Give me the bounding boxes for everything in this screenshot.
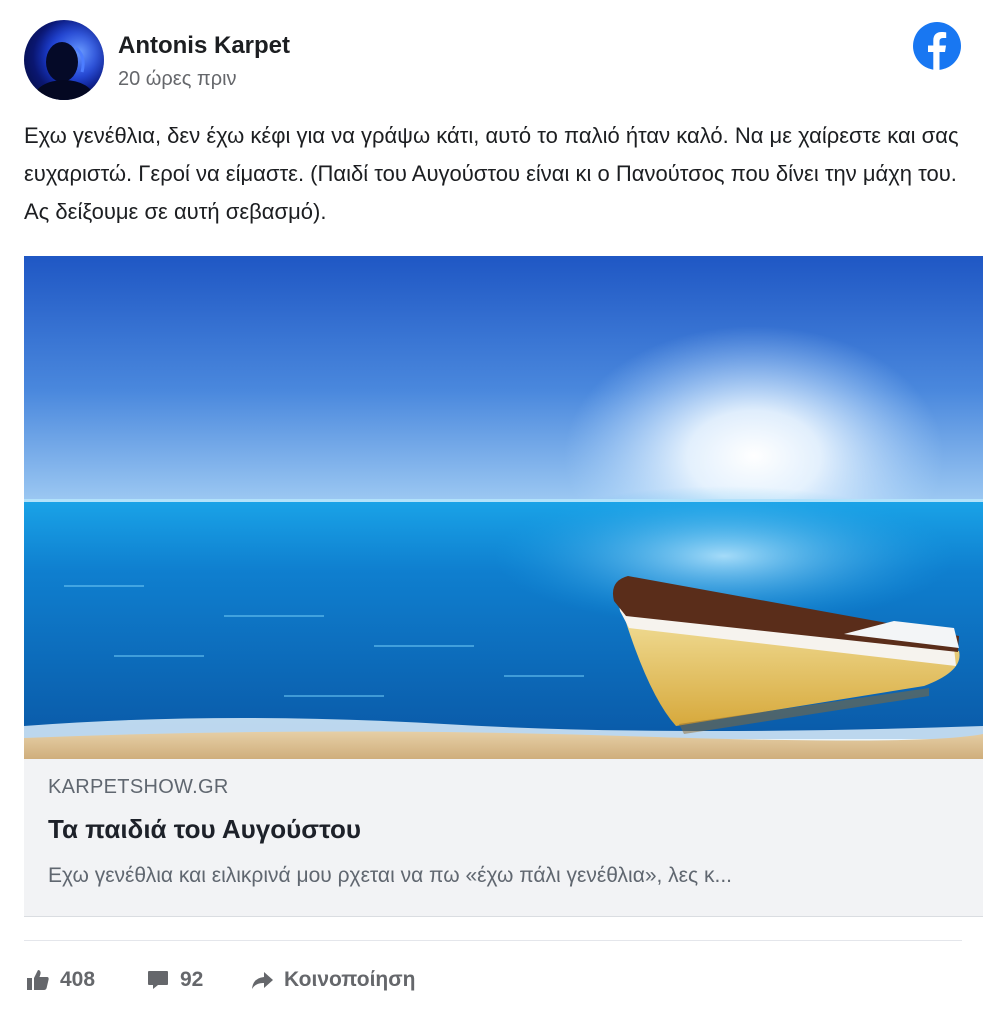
facebook-icon[interactable] — [912, 21, 962, 71]
preview-domain[interactable]: KARPETSHOW.GR — [48, 776, 229, 799]
likes-value: 408 — [60, 968, 96, 991]
author-name[interactable]: Antonis Karpet — [118, 32, 290, 60]
footer-divider — [24, 940, 962, 941]
comment-icon — [148, 971, 168, 989]
share-button[interactable]: Κοινοποίηση — [250, 964, 415, 996]
preview-title[interactable]: Τα παιδιά του Αυγούστου — [48, 814, 361, 845]
comments-value: 92 — [180, 968, 204, 991]
facebook-post-card: Antonis Karpet 20 ώρες πριν Εχω γενέθλια… — [0, 0, 983, 1024]
likes-count[interactable]: 408 — [26, 964, 95, 996]
avatar[interactable] — [24, 20, 104, 100]
preview-description[interactable]: Εχω γενέθλια και ειλικρινά μου ρχεται να… — [48, 864, 958, 888]
link-preview[interactable]: KARPETSHOW.GR Τα παιδιά του Αυγούστου Εχ… — [24, 256, 983, 917]
post-timestamp[interactable]: 20 ώρες πριν — [118, 68, 237, 91]
beach-boat-sea-image[interactable] — [24, 256, 983, 759]
post-text: Εχω γενέθλια, δεν έχω κέφι για να γράψω … — [24, 123, 959, 224]
share-arrow-icon — [252, 972, 273, 989]
share-label: Κοινοποίηση — [284, 968, 416, 991]
comments-count[interactable]: 92 — [146, 964, 203, 996]
thumbs-up-icon — [27, 970, 49, 990]
